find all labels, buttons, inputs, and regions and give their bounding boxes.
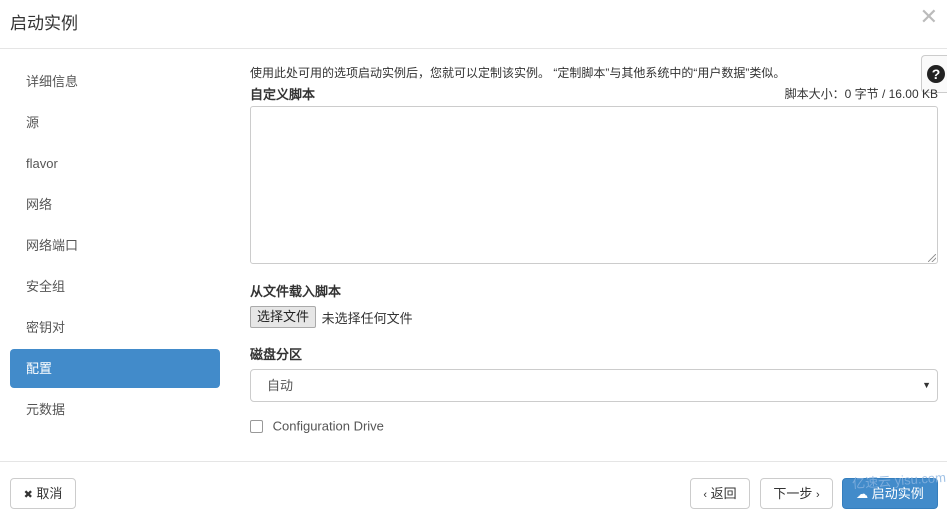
dropdown-caret-icon: ▼	[922, 380, 931, 390]
sidebar-item-key-pair[interactable]: 密钥对	[10, 308, 220, 347]
custom-script-textarea[interactable]	[250, 106, 938, 264]
modal-footer: ✖ 取消 ‹ 返回 下一步 › ☁ 启动实例	[0, 461, 947, 518]
disk-partition-label: 磁盘分区	[250, 347, 303, 362]
sidebar-item-networks[interactable]: 网络	[10, 185, 220, 224]
file-load-label: 从文件载入脚本	[250, 284, 342, 299]
configuration-description: 使用此处可用的选项启动实例后，您就可以定制该实例。 “定制脚本”与其他系统中的“…	[250, 66, 786, 80]
back-button[interactable]: ‹ 返回	[690, 478, 750, 509]
sidebar-item-network-ports[interactable]: 网络端口	[10, 226, 220, 265]
script-size-indicator: 脚本大小：0 字节 / 16.00 KB	[784, 87, 938, 101]
file-status-text: 未选择任何文件	[321, 310, 413, 326]
resize-grip-icon[interactable]	[928, 254, 936, 262]
sidebar-item-security-groups[interactable]: 安全组	[10, 267, 220, 306]
wizard-sidebar: 详细信息 源 flavor 网络 网络端口 安全组 密钥对 配置 元数据	[10, 62, 220, 431]
configuration-panel: 使用此处可用的选项启动实例后，您就可以定制该实例。 “定制脚本”与其他系统中的“…	[250, 62, 938, 436]
close-icon: ✖	[23, 489, 33, 501]
chevron-right-icon: ›	[815, 489, 820, 501]
disk-partition-select[interactable]: 自动 ▼	[250, 369, 938, 402]
launch-instance-button[interactable]: ☁ 启动实例	[842, 478, 938, 509]
modal-title: 启动实例	[10, 14, 78, 33]
sidebar-item-configuration[interactable]: 配置	[10, 349, 220, 388]
chevron-left-icon: ‹	[703, 489, 708, 501]
config-drive-checkbox[interactable]	[250, 420, 263, 434]
custom-script-label: 自定义脚本	[250, 87, 316, 102]
sidebar-item-flavor[interactable]: flavor	[10, 144, 220, 183]
choose-file-button[interactable]: 选择文件	[250, 306, 317, 328]
close-icon[interactable]: ✕	[920, 6, 938, 28]
sidebar-item-source[interactable]: 源	[10, 103, 220, 142]
config-drive-label: Configuration Drive	[272, 418, 384, 434]
sidebar-item-details[interactable]: 详细信息	[10, 62, 220, 101]
cancel-button[interactable]: ✖ 取消	[10, 478, 76, 509]
next-button[interactable]: 下一步 ›	[760, 478, 833, 509]
cloud-upload-icon: ☁	[856, 487, 869, 501]
modal-header: 启动实例 ✕	[0, 0, 947, 49]
disk-partition-value: 自动	[267, 378, 294, 393]
sidebar-item-metadata[interactable]: 元数据	[10, 390, 220, 429]
